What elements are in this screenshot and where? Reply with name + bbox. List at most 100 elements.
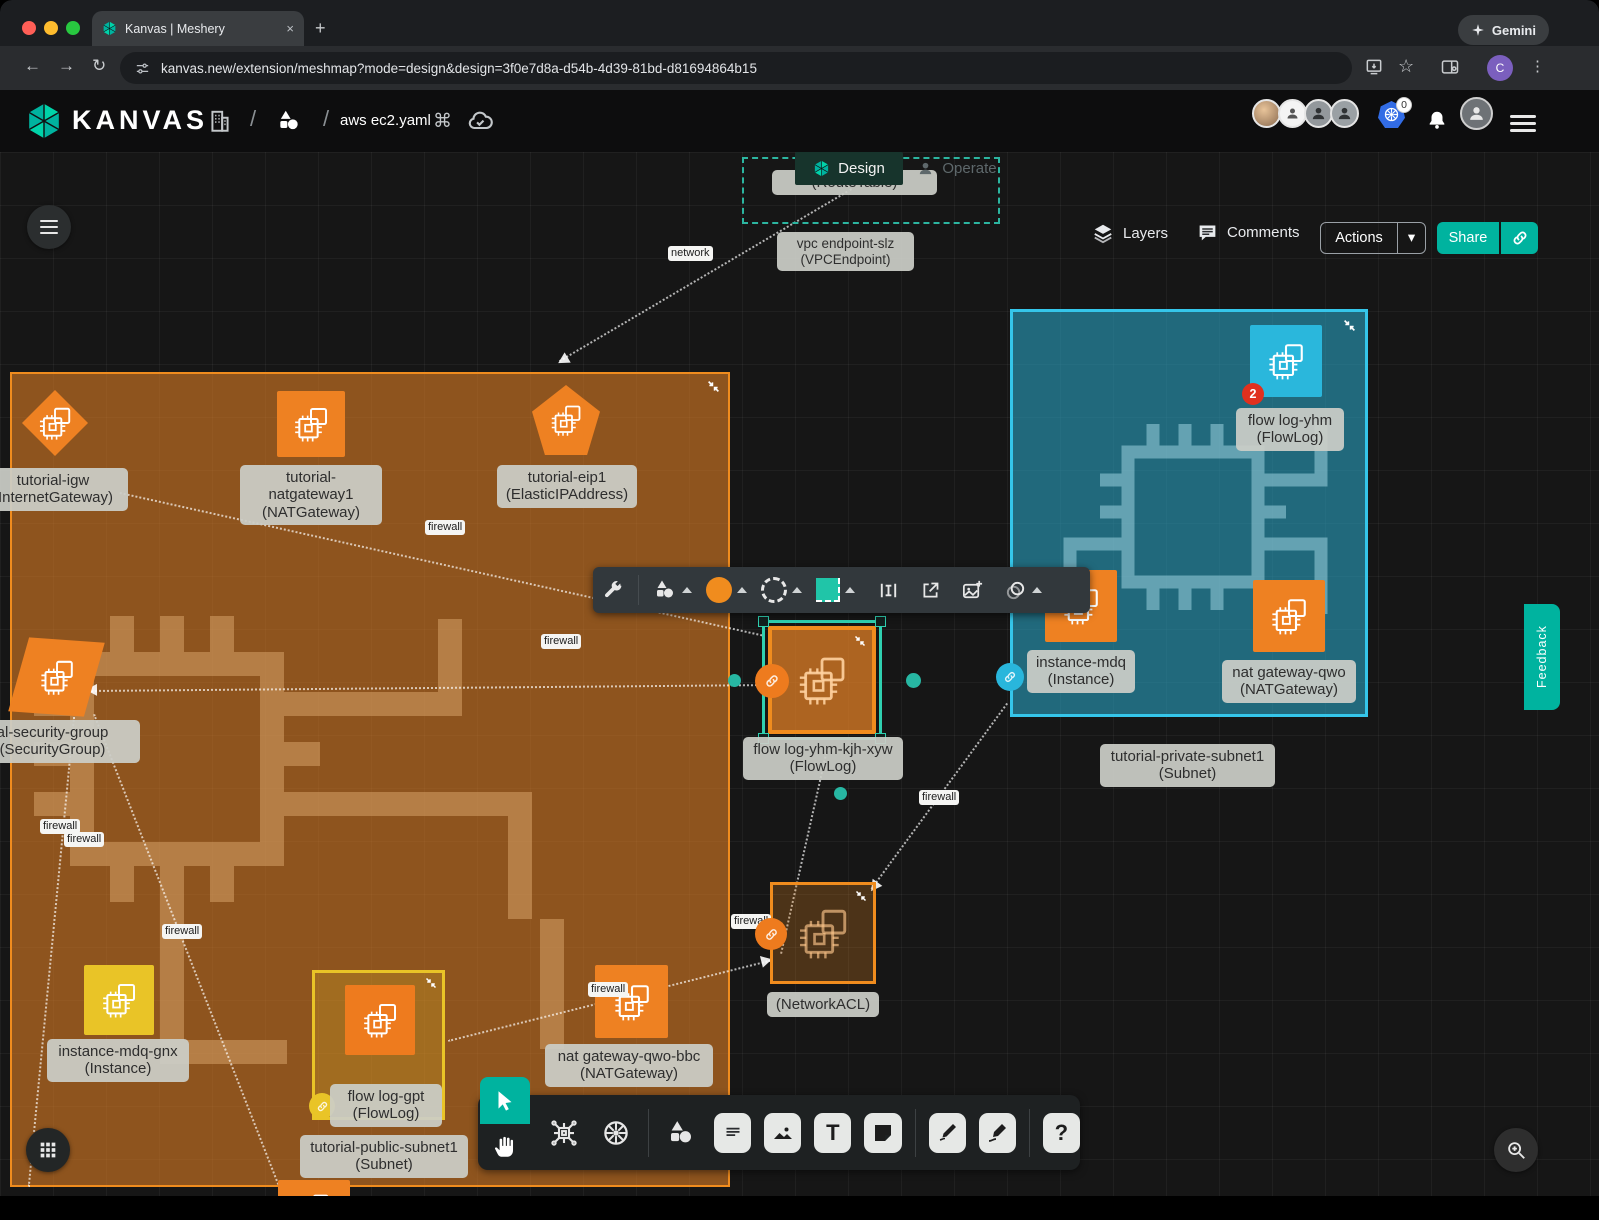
node-label-igw[interactable]: tutorial-igw (InternetGateway) <box>0 468 128 511</box>
tool-kubernetes[interactable] <box>596 1112 635 1154</box>
node-icon-natgw-qwo[interactable] <box>1253 580 1325 652</box>
tool-shapes[interactable] <box>662 1112 701 1154</box>
tool-pan-hand[interactable] <box>480 1124 530 1170</box>
side-panel-icon[interactable] <box>1440 57 1460 82</box>
selected-node-link-handle[interactable] <box>755 664 789 698</box>
tool-select-cursor[interactable] <box>480 1077 530 1124</box>
edge-label-firewall[interactable]: firewall <box>162 924 202 939</box>
new-tab-button[interactable]: + <box>315 18 326 39</box>
node-icon-natgw-bbc[interactable] <box>595 965 668 1038</box>
kanvas-logo-icon[interactable] <box>25 102 63 140</box>
network-acl-handle[interactable] <box>755 918 787 950</box>
cloud-sync-icon[interactable] <box>466 107 494 140</box>
tool-sticky-note[interactable] <box>864 1113 901 1153</box>
edge-label-network[interactable]: network <box>668 246 713 261</box>
node-label-instance-gnx[interactable]: instance-mdq-gnx (Instance) <box>47 1039 189 1082</box>
border-style-tool[interactable] <box>761 577 802 603</box>
node-icon-clipped-bottom[interactable] <box>278 1180 350 1196</box>
address-bar[interactable]: kanvas.new/extension/meshmap?mode=design… <box>120 52 1352 84</box>
node-label-instance-mdq[interactable]: instance-mdq (Instance) <box>1027 650 1135 693</box>
collapse-icon[interactable] <box>854 635 866 647</box>
connection-dot[interactable] <box>906 673 921 688</box>
collaborator-avatar-1[interactable] <box>1252 99 1281 128</box>
tab-close-icon[interactable]: × <box>286 21 294 36</box>
zoom-button[interactable] <box>1494 1128 1538 1172</box>
collaborator-avatar-4[interactable] <box>1330 99 1359 128</box>
node-label-vpcendpoint[interactable]: vpc endpoint-slz (VPCEndpoint) <box>777 232 914 271</box>
tool-text[interactable]: T <box>814 1113 851 1153</box>
node-label-natgw-bbc[interactable]: nat gateway-qwo-bbc (NATGateway) <box>545 1044 713 1087</box>
share-button[interactable]: Share <box>1437 222 1499 254</box>
open-source-tool[interactable] <box>920 580 941 601</box>
connection-dot[interactable] <box>834 787 847 800</box>
command-shortcut-icon[interactable]: ⌘ <box>433 110 452 133</box>
tool-comment[interactable] <box>714 1113 751 1153</box>
chevron-up-icon[interactable] <box>682 587 692 593</box>
tool-marker[interactable] <box>979 1113 1016 1153</box>
edge-label-firewall[interactable]: firewall <box>541 634 581 649</box>
collapse-icon[interactable] <box>707 380 720 393</box>
window-minimize-button[interactable] <box>44 21 58 35</box>
shapes-tool[interactable] <box>653 578 692 602</box>
collapse-icon[interactable] <box>425 977 437 989</box>
window-zoom-button[interactable] <box>66 21 80 35</box>
browser-menu-icon[interactable]: ⋮ <box>1530 57 1545 75</box>
node-icon-instance-gnx[interactable] <box>84 965 154 1035</box>
feedback-tab[interactable]: Feedback <box>1524 604 1560 710</box>
tab-design[interactable]: Design <box>795 152 903 185</box>
group-tool[interactable] <box>1004 579 1042 602</box>
reload-button[interactable]: ↻ <box>92 56 106 76</box>
chevron-up-icon[interactable] <box>1032 587 1042 593</box>
node-label-eip1[interactable]: tutorial-eip1 (ElasticIPAddress) <box>497 465 637 508</box>
canvas-menu-button[interactable] <box>27 205 71 249</box>
fill-color-tool[interactable] <box>706 577 747 603</box>
workspace-shapes-icon[interactable] <box>276 108 302 139</box>
collaborator-avatar-2[interactable] <box>1278 99 1307 128</box>
window-close-button[interactable] <box>22 21 36 35</box>
subnet-link-handle[interactable] <box>996 663 1024 691</box>
tool-help[interactable]: ? <box>1043 1113 1080 1153</box>
user-avatar[interactable] <box>1460 97 1493 130</box>
node-label-natgw-qwo[interactable]: nat gateway-qwo (NATGateway) <box>1222 660 1356 703</box>
share-link-button[interactable] <box>1501 222 1538 254</box>
collaborator-avatar-3[interactable] <box>1304 99 1333 128</box>
notifications-bell-icon[interactable] <box>1426 109 1448 136</box>
actions-button[interactable]: Actions ▾ <box>1320 222 1426 254</box>
back-button[interactable]: ← <box>24 56 41 76</box>
forward-button[interactable]: → <box>58 56 75 76</box>
node-label-nacl[interactable]: (NetworkACL) <box>767 992 879 1017</box>
node-label-secgroup[interactable]: al-security-group (SecurityGroup) <box>0 720 140 763</box>
design-canvas[interactable]: Layers Comments Actions ▾ Share Feedback <box>0 152 1599 1196</box>
configure-tool[interactable] <box>603 580 624 601</box>
node-icon-natgateway1[interactable] <box>277 391 345 457</box>
node-label-private-subnet[interactable]: tutorial-private-subnet1 (Subnet) <box>1100 744 1275 787</box>
kanvas-wordmark[interactable]: KANVAS <box>72 105 208 136</box>
node-label-natgw1[interactable]: tutorial-natgateway1 (NATGateway) <box>240 465 382 525</box>
browser-profile-avatar[interactable]: C <box>1487 55 1513 81</box>
design-file-name[interactable]: aws ec2.yaml <box>340 112 431 129</box>
chevron-up-icon[interactable] <box>845 587 855 593</box>
connection-dot[interactable] <box>728 674 741 687</box>
edge-label-firewall[interactable]: firewall <box>588 982 628 997</box>
edge-label-firewall[interactable]: firewall <box>64 832 104 847</box>
tool-pen[interactable] <box>929 1113 966 1153</box>
edge-label-firewall[interactable]: firewall <box>919 790 959 805</box>
collapse-icon[interactable] <box>1343 319 1356 332</box>
rename-tool[interactable] <box>877 579 900 602</box>
node-label-flowlog-selected[interactable]: flow log-yhm-kjh-xyw (FlowLog) <box>743 737 903 780</box>
browser-tab[interactable]: Kanvas | Meshery × <box>92 11 304 46</box>
edge-label-firewall[interactable]: firewall <box>425 520 465 535</box>
tool-component-chip[interactable] <box>544 1112 583 1154</box>
resize-handle[interactable] <box>875 616 886 627</box>
add-image-tool[interactable] <box>961 579 984 602</box>
organization-icon[interactable] <box>207 108 233 139</box>
tab-operate[interactable]: Operate <box>907 152 1007 185</box>
apps-grid-button[interactable] <box>26 1128 70 1172</box>
chevron-up-icon[interactable] <box>792 587 802 593</box>
node-icon-flowlog-gpt[interactable] <box>345 985 415 1055</box>
collapse-icon[interactable] <box>855 890 867 902</box>
shape-fill-tool[interactable] <box>816 578 855 602</box>
layers-button[interactable]: Layers <box>1092 222 1168 244</box>
gemini-button[interactable]: Gemini <box>1458 15 1549 45</box>
bookmark-star-icon[interactable]: ☆ <box>1398 56 1414 77</box>
